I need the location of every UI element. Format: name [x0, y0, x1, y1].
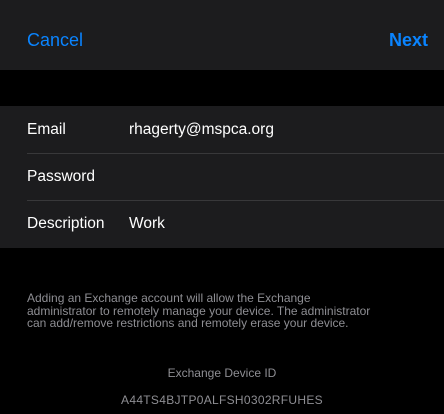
email-field[interactable] — [129, 118, 429, 142]
disclaimer-line: Adding an Exchange account will allow th… — [27, 291, 311, 305]
exchange-disclaimer: Adding an Exchange account will allow th… — [27, 292, 427, 330]
password-row[interactable]: Password — [0, 153, 444, 200]
email-row[interactable]: Email — [0, 106, 444, 153]
disclaimer-line: can add/remove restrictions and remotely… — [27, 316, 349, 330]
description-row[interactable]: Description — [0, 200, 444, 247]
description-label: Description — [27, 215, 105, 232]
account-form-group: Email Password Description — [0, 106, 444, 248]
device-id-value: A44TS4BJTP0ALFSH0302RFUHES — [121, 393, 323, 407]
password-label: Password — [27, 168, 96, 185]
description-field[interactable] — [129, 212, 429, 236]
device-id-title: Exchange Device ID — [167, 366, 277, 380]
section-gap — [0, 70, 444, 106]
footer-section: Adding an Exchange account will allow th… — [0, 248, 444, 414]
next-button[interactable]: Next — [389, 29, 428, 51]
navigation-bar: Cancel Next — [0, 0, 444, 70]
cancel-button[interactable]: Cancel — [27, 29, 83, 51]
password-field[interactable] — [129, 165, 429, 189]
email-label: Email — [27, 121, 66, 138]
